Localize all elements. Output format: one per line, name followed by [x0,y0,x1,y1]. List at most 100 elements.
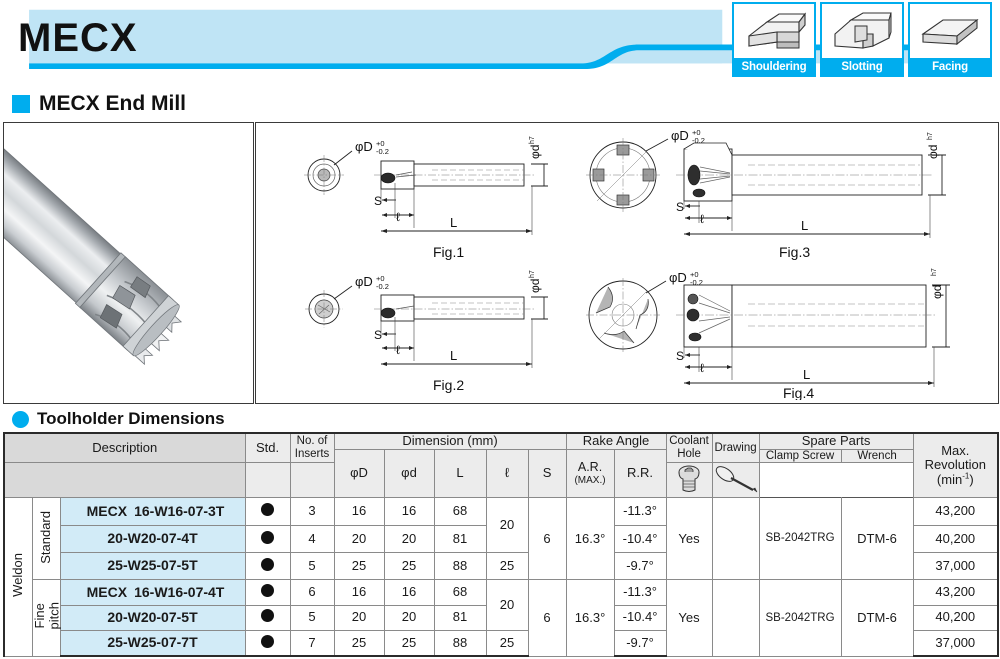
screwdriver-wrench-icon [715,465,757,492]
pitch-standard-cell: Standard [31,497,61,581]
description-cell[interactable]: MECX 16-W16-07-3T [59,497,246,526]
header-description-spacer [2,462,246,499]
description-cell[interactable]: 20-W20-07-4T [59,524,246,554]
section-title-text: MECX End Mill [39,92,186,115]
max-rev-cell: 37,000 [912,629,1000,657]
L-cell: 68 [433,579,487,606]
phiD-cell: 25 [333,552,385,581]
svg-text:-0.2: -0.2 [376,147,389,156]
svg-text:φd: φd [930,285,944,299]
drawing-cell [711,497,760,581]
header-coolant-hole: Coolant Hole [665,432,713,464]
header-S: S [527,448,567,499]
header-std-spacer [244,462,291,499]
filled-circle-icon [261,530,275,544]
technical-drawings-box: φD +0 -0.2 φd h7 S ℓ L Fig.1 φD +0 -0.2 … [255,122,999,404]
header-no-of-inserts: No. of Inserts [289,432,335,464]
table-header-row-1: Description Std. No. of Inserts Dimensio… [2,431,1000,499]
inserts-cell: 5 [289,552,335,581]
blue-circle-bullet-icon [12,410,29,428]
clamp-screw-cell: SB-2042TRG [758,579,842,657]
figure-1-label: Fig.1 [433,244,464,260]
S-cell: 6 [527,579,567,657]
app-icon-slotting[interactable]: Slotting [820,2,904,77]
std-cell [244,552,291,581]
filled-circle-icon [261,557,275,571]
app-icon-facing[interactable]: Facing [908,2,992,77]
max-rev-cell: 40,200 [912,524,1000,554]
L-cell: 88 [433,629,487,657]
l-cell: 25 [485,629,529,657]
phid-cell: 16 [383,579,435,606]
description-cell[interactable]: 25-W25-07-7T [59,629,246,657]
app-icon-label-slotting: Slotting [841,61,883,73]
max-rev-cell: 40,200 [912,604,1000,631]
std-cell [244,524,291,554]
svg-text:h7: h7 [931,268,938,276]
header-drawing: Drawing [711,432,760,464]
rr-cell: -11.3° [613,497,667,526]
header-description: Description [2,432,246,464]
svg-text:φd: φd [528,279,542,293]
svg-text:φD: φD [671,128,689,143]
header-inserts-spacer [289,462,335,499]
header-L: L [433,448,487,499]
blue-square-bullet-icon [12,95,30,113]
filled-circle-icon [261,584,275,598]
wrench-cell: DTM-6 [840,579,914,657]
phid-cell: 20 [383,604,435,631]
svg-text:L: L [450,215,457,230]
section-table-title-text: Toolholder Dimensions [37,409,225,428]
svg-text:ℓ: ℓ [700,361,704,375]
table-row: Fine pitch MECX 16-W16-07-4T 6 16 16 68 20… [4,579,1000,657]
section-title-product: MECX End Mill [12,92,186,116]
coolant-cell: Yes [665,497,713,581]
svg-text:φd: φd [926,145,940,159]
filled-circle-icon [261,634,275,648]
phiD-cell: 20 [333,604,385,631]
header-rr: R.R. [613,448,667,499]
svg-text:φD: φD [669,270,687,285]
shouldering-block-icon [734,4,814,58]
filled-circle-icon [261,503,275,517]
phiD-cell: 16 [333,497,385,526]
svg-text:h7: h7 [927,132,934,140]
svg-text:h7: h7 [529,270,536,278]
app-icon-shouldering[interactable]: Shouldering [732,2,816,77]
L-cell: 88 [433,552,487,581]
header-ar-max: A.R. (MAX.) [565,448,615,499]
svg-text:ℓ: ℓ [396,210,400,224]
svg-text:L: L [450,348,457,363]
app-icon-label-facing: Facing [932,61,968,73]
inserts-cell: 4 [289,524,335,554]
svg-text:S: S [676,349,684,363]
page-header: MECX Shouldering Slotting Facing [0,0,1000,86]
L-cell: 81 [433,604,487,631]
shank-type-cell: Weldon [3,497,33,657]
application-icons: Shouldering Slotting Facing [732,2,992,77]
header-l: ℓ [485,448,529,499]
description-cell[interactable]: MECX 16-W16-07-4T [59,579,246,606]
figure-4-label: Fig.4 [783,385,814,400]
std-cell [244,629,291,657]
description-cell[interactable]: 25-W25-07-5T [59,552,246,581]
wrench-cell: DTM-6 [840,497,914,581]
max-rev-cell: 37,000 [912,552,1000,581]
svg-text:S: S [676,200,684,214]
svg-text:ℓ: ℓ [396,343,400,357]
header-std: Std. [244,432,291,464]
toolholder-dimensions-table: Description Std. No. of Inserts Dimensio… [2,431,1000,657]
description-cell[interactable]: 20-W20-07-5T [59,604,246,631]
ar-cell: 16.3° [565,497,615,581]
header-spare-parts-group: Spare Parts [758,431,914,450]
svg-text:L: L [803,367,810,382]
svg-text:ℓ: ℓ [700,212,704,226]
phid-cell: 16 [383,497,435,526]
L-cell: 81 [433,524,487,554]
S-cell: 6 [527,497,567,581]
clamp-screw-icon-cell [665,462,713,499]
figure-2: φD +0 -0.2 φd h7 S ℓ L Fig.2 [305,270,548,393]
header-phi-d: φd [383,448,435,499]
rr-cell: -11.3° [613,579,667,606]
clamp-screw-cell: SB-2042TRG [758,497,842,581]
